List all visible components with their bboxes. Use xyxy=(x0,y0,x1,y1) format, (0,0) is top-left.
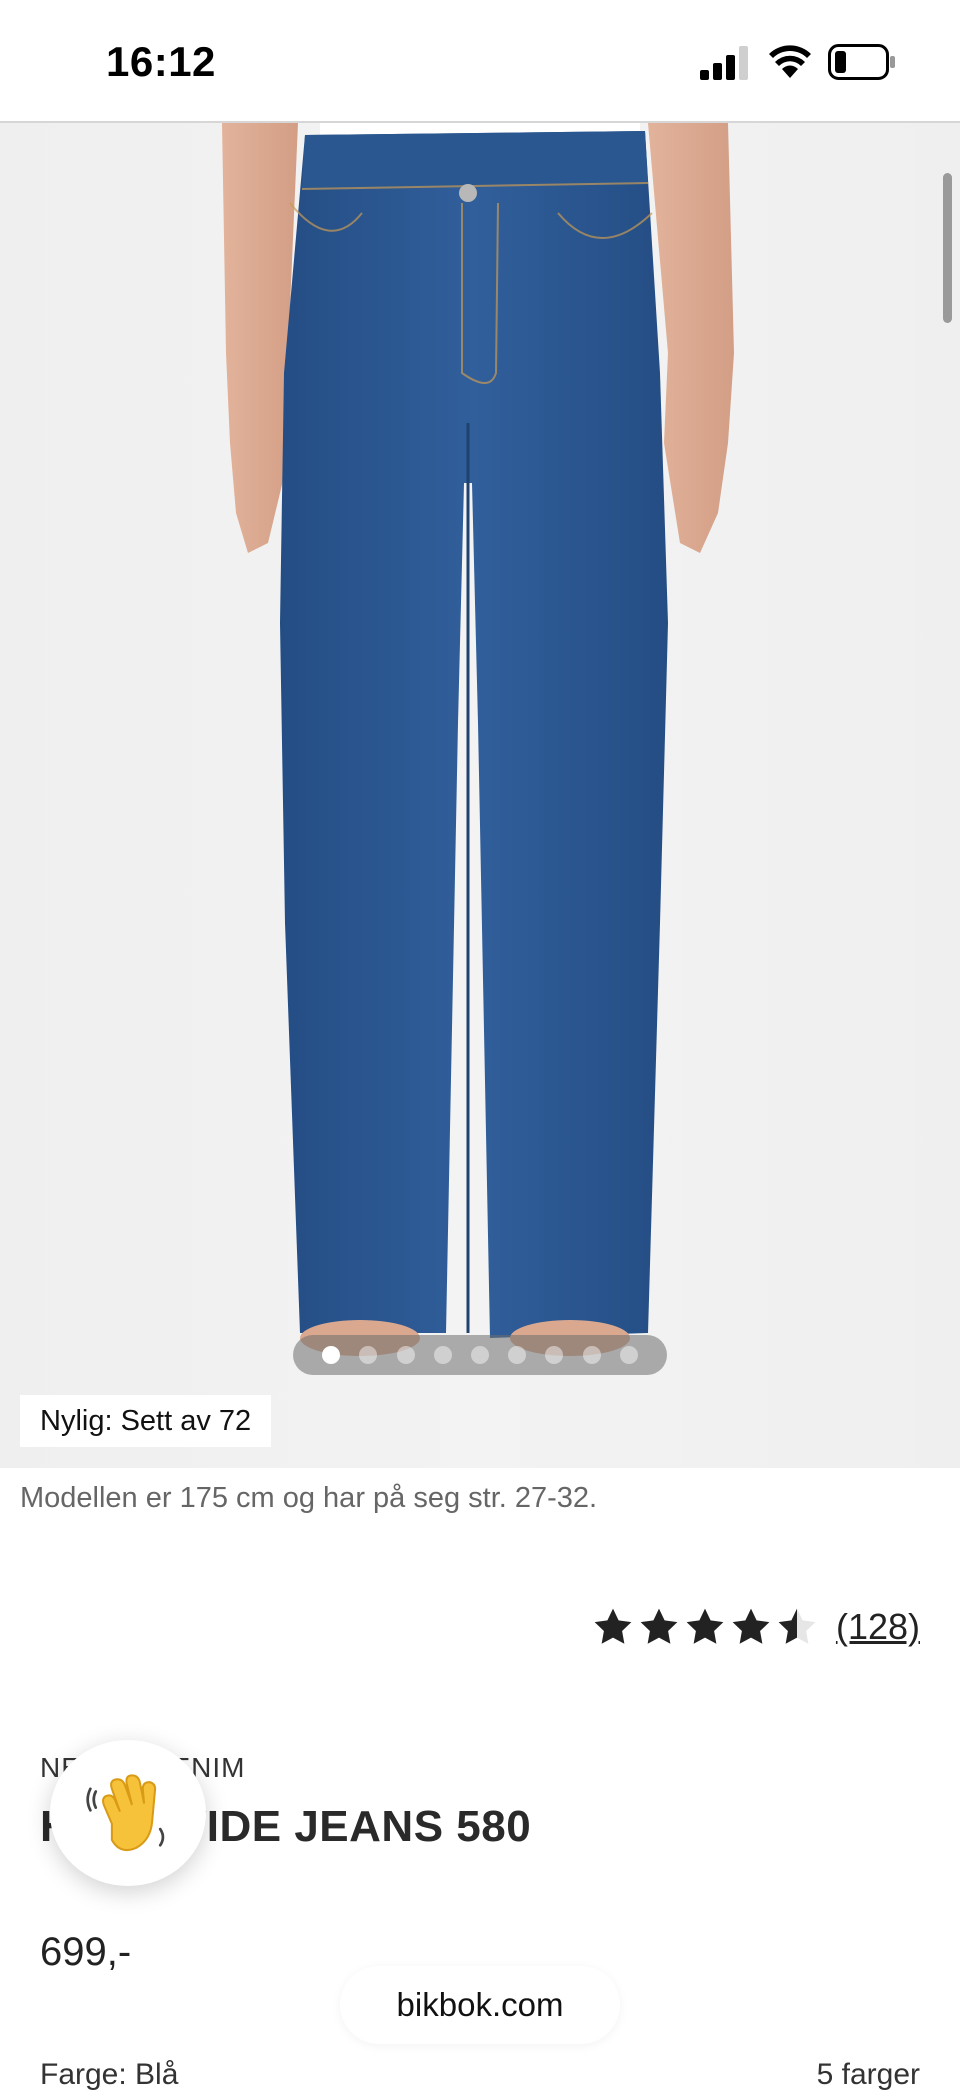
pagination-dot[interactable] xyxy=(322,1346,341,1364)
pagination-dot[interactable] xyxy=(396,1346,415,1364)
review-count-link[interactable]: (128) xyxy=(836,1606,920,1648)
product-price: 699,- xyxy=(40,1930,132,1974)
color-count[interactable]: 5 farger xyxy=(817,2058,920,2092)
browser-url-bar[interactable]: bikbok.com xyxy=(340,1966,620,2044)
pagination-dot[interactable] xyxy=(433,1346,452,1364)
scroll-indicator[interactable] xyxy=(943,173,952,323)
chat-button[interactable] xyxy=(50,1740,206,1886)
star-icon xyxy=(640,1608,678,1644)
recently-viewed-badge: Nylig: Sett av 72 xyxy=(20,1395,272,1447)
rating-stars xyxy=(592,1606,818,1648)
pagination-dot[interactable] xyxy=(582,1346,601,1364)
signal-icon xyxy=(700,46,748,80)
pagination-dot[interactable] xyxy=(545,1346,564,1364)
star-icon xyxy=(732,1608,770,1644)
product-photo xyxy=(222,123,734,1356)
pagination-dot[interactable] xyxy=(619,1346,638,1364)
star-icon xyxy=(594,1608,632,1644)
battery-icon xyxy=(828,44,895,80)
pagination-dot[interactable] xyxy=(359,1346,378,1364)
color-label: Farge: Blå xyxy=(40,2058,179,2091)
wifi-icon xyxy=(769,45,811,78)
pagination-dot[interactable] xyxy=(508,1346,527,1364)
product-rating[interactable]: (128) xyxy=(592,1606,920,1648)
model-info-text: Modellen er 175 cm og har på seg str. 27… xyxy=(20,1482,598,1514)
image-pagination-dots[interactable] xyxy=(293,1335,667,1375)
pagination-dot[interactable] xyxy=(470,1346,489,1364)
waving-hand-icon xyxy=(86,1774,165,1851)
half-star-icon xyxy=(778,1608,816,1644)
star-icon xyxy=(686,1608,724,1644)
status-bar: 16:12 xyxy=(0,0,960,123)
status-time: 16:12 xyxy=(106,38,216,85)
product-image-gallery[interactable]: Nylig: Sett av 72 xyxy=(0,123,960,1468)
